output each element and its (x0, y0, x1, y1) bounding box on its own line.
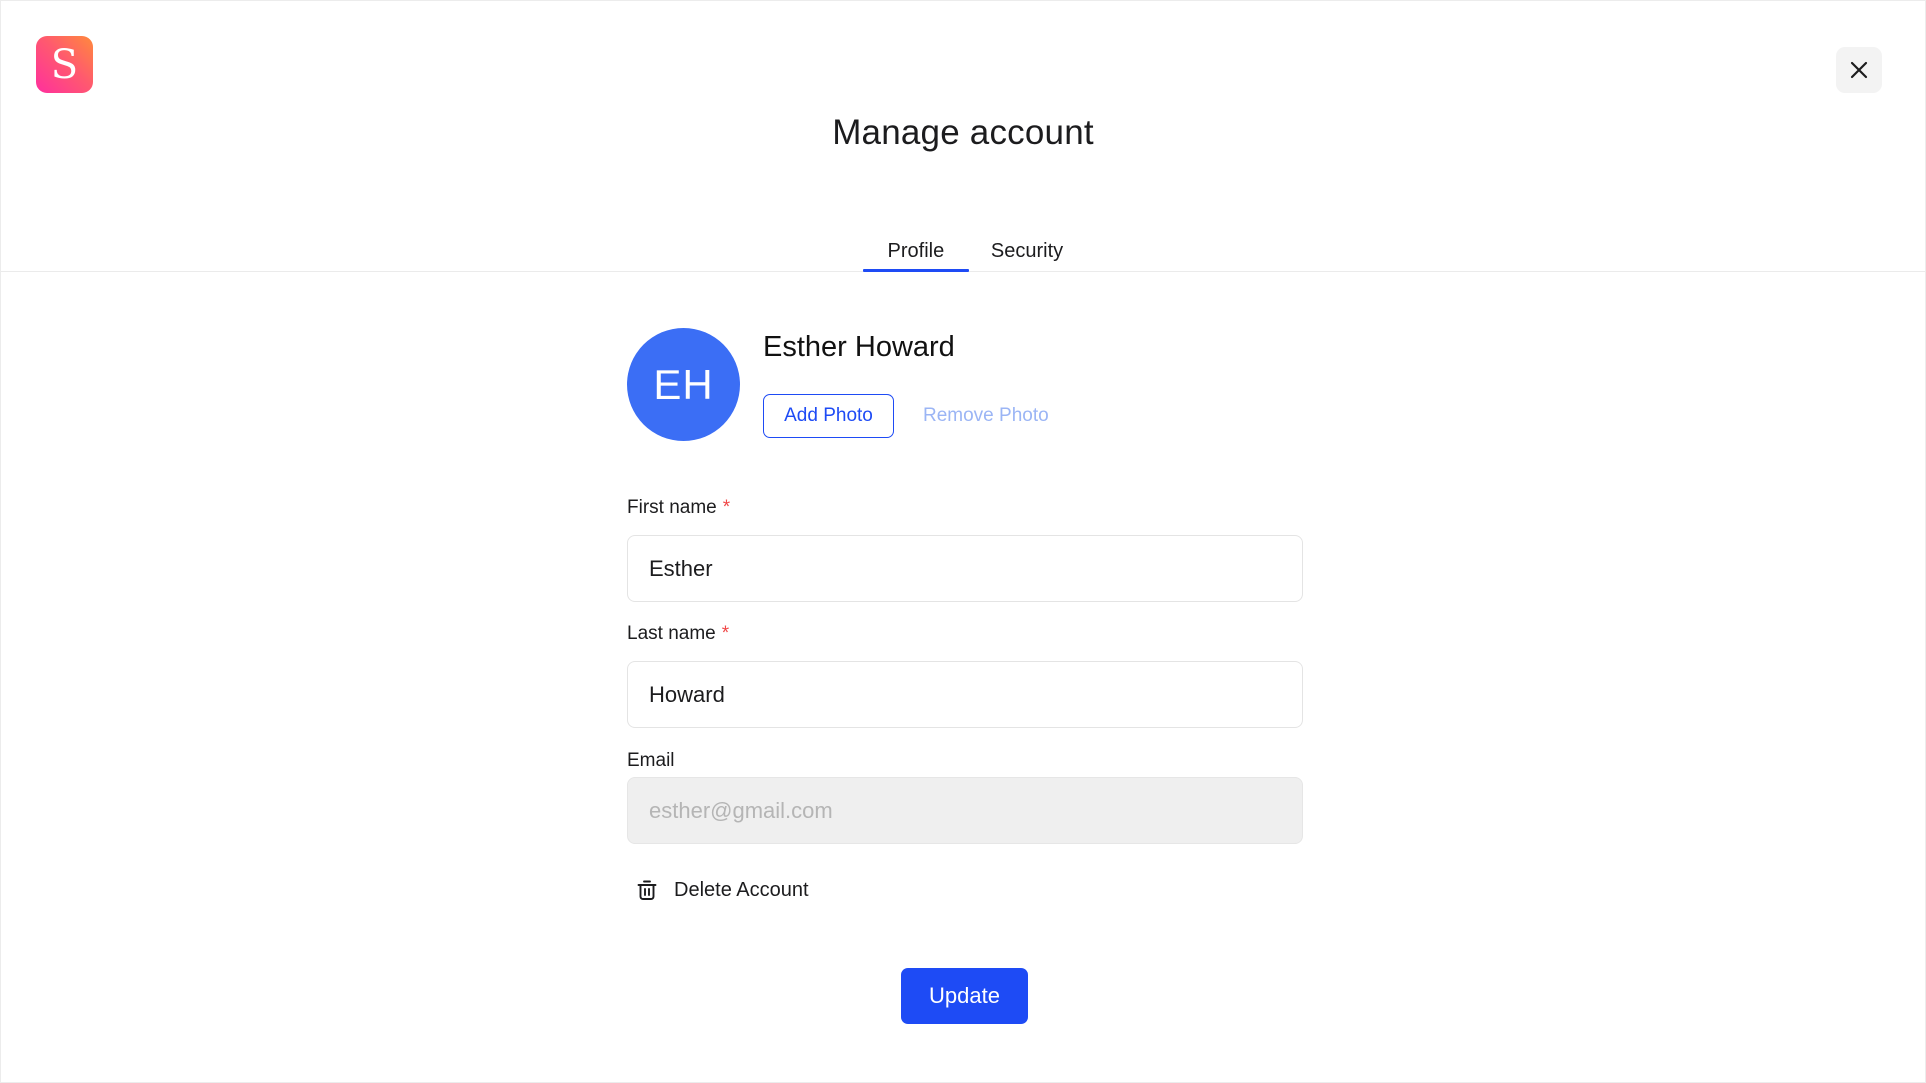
last-name-label-text: Last name (627, 623, 716, 644)
last-name-label: Last name * (627, 623, 729, 645)
required-mark: * (721, 623, 730, 644)
tab-bar: Profile Security (1, 225, 1925, 272)
avatar: EH (627, 328, 740, 441)
first-name-label: First name * (627, 497, 730, 519)
close-icon (1850, 61, 1868, 79)
remove-photo-button[interactable]: Remove Photo (923, 394, 1049, 438)
email-input[interactable] (627, 777, 1303, 844)
email-label-text: Email (627, 750, 675, 771)
logo-letter: S (50, 41, 79, 88)
first-name-label-text: First name (627, 497, 717, 518)
brand-logo-icon: S (36, 36, 93, 93)
tab-profile[interactable]: Profile (862, 225, 969, 272)
update-button[interactable]: Update (901, 968, 1028, 1024)
avatar-initials: EH (653, 360, 714, 408)
email-label: Email (627, 750, 675, 772)
close-button[interactable] (1836, 47, 1882, 93)
delete-account-label: Delete Account (674, 878, 809, 901)
trash-icon (637, 880, 657, 900)
page-title: Manage account (832, 113, 1094, 152)
required-mark: * (722, 497, 731, 518)
add-photo-button[interactable]: Add Photo (763, 394, 894, 438)
last-name-input[interactable] (627, 661, 1303, 728)
tab-security[interactable]: Security (969, 225, 1063, 272)
user-full-name: Esther Howard (763, 331, 955, 363)
delete-account-button[interactable]: Delete Account (635, 873, 809, 907)
first-name-input[interactable] (627, 535, 1303, 602)
